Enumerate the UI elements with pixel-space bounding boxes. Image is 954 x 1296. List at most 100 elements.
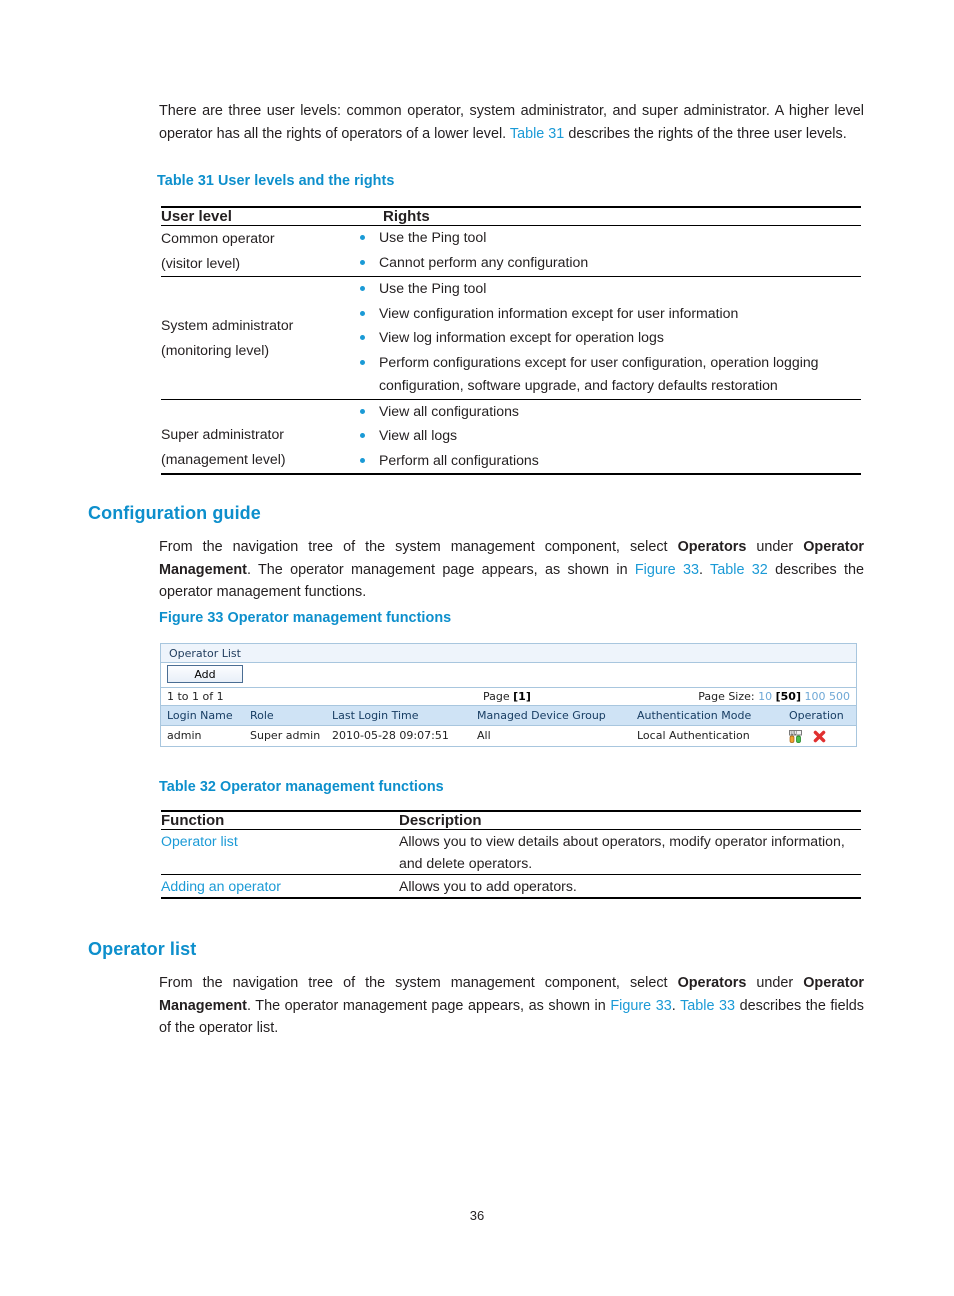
cell-last-login-time: 2010-05-28 09:07:51: [326, 725, 471, 746]
table-32-description-cell: Allows you to add operators.: [399, 874, 861, 899]
ol-text-c: . The operator management page appears, …: [246, 997, 611, 1014]
list-item: View all logs: [351, 424, 861, 448]
grid-header-row: Login Name Role Last Login Time Managed …: [161, 706, 856, 726]
rights-list: View all configurations View all logs Pe…: [351, 400, 861, 473]
table-31-rights-cell: Use the Ping tool Cannot perform any con…: [351, 225, 861, 277]
link-figure-33[interactable]: Figure 33: [610, 998, 671, 1014]
table-31-level-cell: Super administrator (management level): [161, 398, 351, 475]
caption-table-31: Table 31 User levels and the rights: [157, 173, 395, 189]
cell-managed-device-group: All: [471, 725, 631, 746]
figure-33-screenshot: Operator List Add 1 to 1 of 1 Page [1] P…: [160, 643, 857, 747]
intro-paragraph: There are three user levels: common oper…: [159, 100, 864, 145]
configuration-guide-paragraph: From the navigation tree of the system m…: [159, 536, 864, 604]
ol-text-d: .: [671, 997, 681, 1014]
table-32-col-function: Function: [161, 810, 399, 830]
rights-list: Use the Ping tool View configuration inf…: [351, 277, 861, 398]
table-row: Operator list Allows you to view details…: [161, 829, 861, 875]
table-31: User level Rights Common operator (visit…: [161, 206, 861, 475]
list-item: Perform configurations except for user c…: [351, 351, 861, 398]
table-row: System administrator (monitoring level) …: [161, 276, 861, 399]
cell-operation: UU: [783, 725, 856, 746]
cg-bold-operators: Operators: [677, 539, 747, 555]
link-table-33[interactable]: Table 33: [680, 998, 735, 1014]
table-row: Adding an operator Allows you to add ope…: [161, 874, 861, 899]
grid-col-managed-device-group[interactable]: Managed Device Group: [471, 706, 631, 726]
add-button[interactable]: Add: [167, 665, 243, 683]
page-selector: Page [1]: [483, 688, 531, 706]
operator-list-paragraph: From the navigation tree of the system m…: [159, 972, 864, 1040]
modify-icon[interactable]: UU: [789, 729, 802, 743]
table-32-function-cell[interactable]: Operator list: [161, 829, 399, 875]
caption-table-32: Table 32 Operator management functions: [159, 779, 444, 795]
list-item: Use the Ping tool: [351, 277, 861, 301]
table-32: Function Description Operator list Allow…: [161, 810, 861, 899]
table-31-header-row: User level Rights: [161, 206, 861, 226]
svg-text:UU: UU: [791, 730, 797, 736]
grid-col-last-login-time[interactable]: Last Login Time: [326, 706, 471, 726]
list-item: Cannot perform any configuration: [351, 251, 861, 275]
grid-col-operation: Operation: [783, 706, 856, 726]
link-figure-33[interactable]: Figure 33: [635, 562, 699, 578]
level-name: Common operator: [161, 230, 275, 246]
table-32-col-description: Description: [399, 810, 861, 830]
table-row: Common operator (visitor level) Use the …: [161, 225, 861, 277]
grid-col-login-name[interactable]: Login Name: [161, 706, 244, 726]
cg-text-c: . The operator management page appears, …: [246, 561, 635, 578]
list-item: Perform all configurations: [351, 449, 861, 473]
cell-role: Super admin: [244, 725, 326, 746]
table-32-header-row: Function Description: [161, 810, 861, 830]
grid-col-role[interactable]: Role: [244, 706, 326, 726]
link-table-32[interactable]: Table 32: [710, 562, 768, 578]
intro-text-b: describes the rights of the three user l…: [564, 125, 847, 142]
page-current[interactable]: [1]: [513, 690, 531, 703]
list-item: View configuration information except fo…: [351, 302, 861, 326]
link-table-31[interactable]: Table 31: [510, 126, 564, 142]
ol-text-b: under: [746, 975, 804, 991]
level-qualifier: (visitor level): [161, 255, 241, 271]
page-size-option-50-selected[interactable]: [50]: [776, 690, 801, 703]
table-32-description-cell: Allows you to view details about operato…: [399, 829, 861, 875]
page-label: Page: [483, 690, 514, 703]
level-name: System administrator: [161, 317, 294, 333]
level-qualifier: (monitoring level): [161, 342, 270, 358]
table-31-level-cell: System administrator (monitoring level): [161, 276, 351, 399]
list-item: View log information except for operatio…: [351, 326, 861, 350]
ol-bold-operators: Operators: [677, 975, 747, 991]
panel-title-bar: Operator List: [161, 644, 856, 663]
panel-title-label: Operator List: [169, 647, 241, 660]
operator-list-grid: Login Name Role Last Login Time Managed …: [161, 706, 856, 746]
table-31-level-cell: Common operator (visitor level): [161, 225, 351, 277]
cg-text-d: .: [699, 561, 711, 578]
cell-authentication-mode: Local Authentication: [631, 725, 783, 746]
level-name: Super administrator: [161, 425, 284, 442]
table-row: admin Super admin 2010-05-28 09:07:51 Al…: [161, 725, 856, 746]
table-31-col-rights: Rights: [351, 206, 861, 226]
list-item: View all configurations: [351, 400, 861, 424]
ol-text-a: From the navigation tree of the system m…: [159, 975, 678, 991]
cg-text-a: From the navigation tree of the system m…: [159, 539, 678, 555]
page-size-option-100[interactable]: 100: [805, 690, 826, 703]
caption-figure-33: Figure 33 Operator management functions: [159, 610, 452, 626]
document-page: There are three user levels: common oper…: [0, 0, 954, 1296]
rights-list: Use the Ping tool Cannot perform any con…: [351, 226, 861, 274]
list-item: Use the Ping tool: [351, 226, 861, 250]
table-31-rights-cell: Use the Ping tool View configuration inf…: [351, 276, 861, 399]
delete-icon[interactable]: [813, 730, 826, 743]
table-row: Super administrator (management level) V…: [161, 398, 861, 475]
heading-configuration-guide: Configuration guide: [88, 503, 261, 523]
panel-toolbar: Add: [161, 663, 856, 688]
level-qualifier: (management level): [161, 450, 286, 467]
table-32-function-cell[interactable]: Adding an operator: [161, 874, 399, 899]
cell-login-name: admin: [161, 725, 244, 746]
cg-text-b: under: [746, 539, 804, 555]
table-31-rights-cell: View all configurations View all logs Pe…: [351, 398, 861, 475]
page-size-label: Page Size:: [698, 690, 759, 703]
heading-operator-list: Operator list: [88, 939, 197, 959]
page-size-option-10[interactable]: 10: [758, 690, 772, 703]
pagination-bar: 1 to 1 of 1 Page [1] Page Size: 10 [50] …: [161, 688, 856, 706]
grid-col-authentication-mode[interactable]: Authentication Mode: [631, 706, 783, 726]
page-size-selector: Page Size: 10 [50] 100 500: [698, 688, 850, 706]
page-size-option-500[interactable]: 500: [829, 690, 850, 703]
table-31-col-user-level: User level: [161, 206, 351, 226]
page-number: 36: [469, 1208, 485, 1223]
